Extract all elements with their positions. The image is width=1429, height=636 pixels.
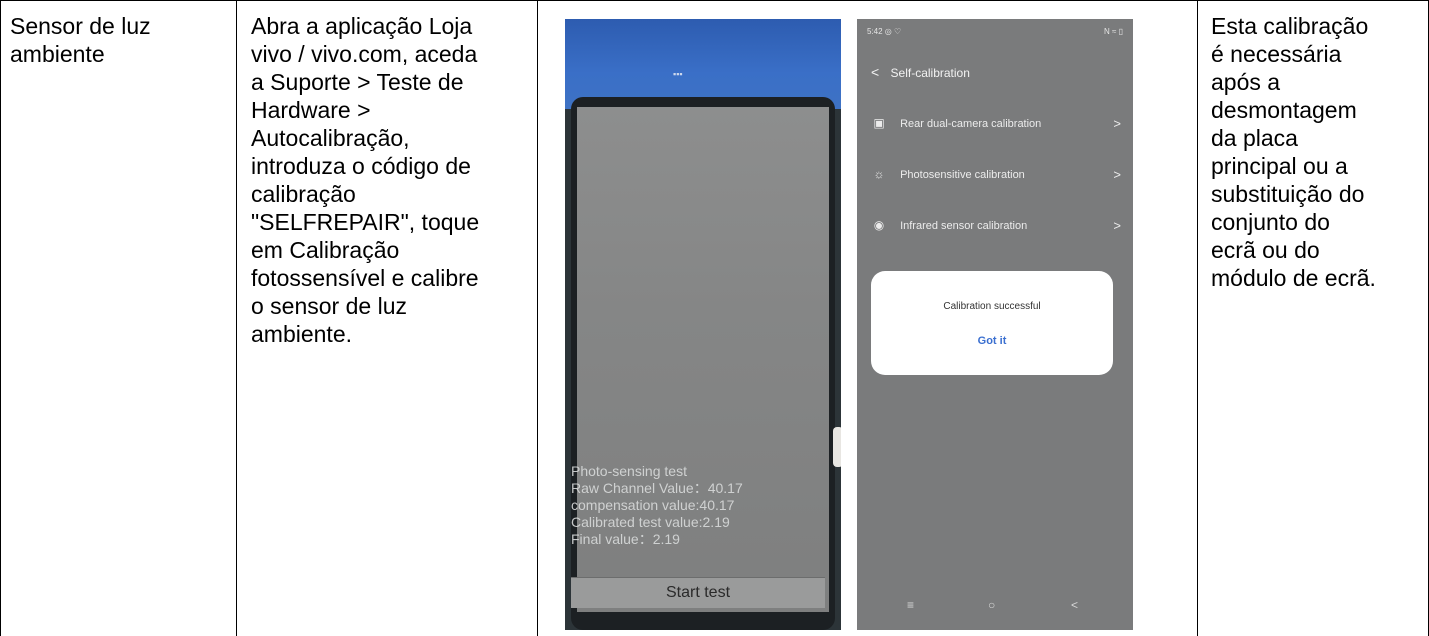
chevron-right-icon: > [1113, 218, 1121, 233]
menu-item-photosensitive[interactable]: ☼ Photosensitive calibration > [871, 167, 1122, 191]
blue-cover [565, 19, 841, 109]
cell-note: Esta calibração é necessária após a desm… [1211, 13, 1376, 291]
screen-header: < Self-calibration [871, 64, 970, 80]
finger-icon [833, 427, 841, 467]
cell-component: Sensor de luz ambiente [10, 13, 151, 67]
status-time: 5:42 ◎ ♡ [867, 27, 902, 36]
start-test-button[interactable]: Start test [571, 577, 825, 608]
screen-title: Self-calibration [890, 66, 970, 80]
menu-item-label: Rear dual-camera calibration [900, 118, 1042, 130]
menu-item-rear-camera[interactable]: ▣ Rear dual-camera calibration > [871, 116, 1121, 140]
photo-small-label-icon: ▪▪▪ [673, 69, 683, 79]
chevron-right-icon: > [1113, 116, 1121, 131]
compensation-value: compensation value:40.17 [571, 497, 735, 513]
test-title: Photo-sensing test [571, 463, 687, 479]
status-icons: N ≈ ▯ [1103, 27, 1123, 36]
back-icon[interactable]: < [1071, 598, 1078, 612]
infrared-icon: ◉ [873, 218, 885, 232]
menu-item-label: Photosensitive calibration [900, 169, 1025, 181]
calibration-dialog: Calibration successful Got it [871, 271, 1113, 375]
table-border-2 [537, 0, 538, 636]
menu-item-infrared[interactable]: ◉ Infrared sensor calibration > [871, 218, 1121, 242]
chevron-right-icon: > [1113, 167, 1121, 182]
table-border-left [0, 0, 1, 636]
sun-icon: ☼ [873, 167, 885, 181]
status-bar: 5:42 ◎ ♡ N ≈ ▯ [867, 27, 1123, 36]
back-arrow-icon[interactable]: < [871, 64, 879, 80]
navigation-bar: ≡ ○ < [857, 598, 1133, 618]
home-icon[interactable]: ○ [988, 598, 995, 612]
got-it-button[interactable]: Got it [871, 335, 1113, 347]
self-calibration-screenshot: 5:42 ◎ ♡ N ≈ ▯ < Self-calibration ▣ Rear… [857, 19, 1133, 630]
menu-item-label: Infrared sensor calibration [900, 220, 1028, 232]
raw-channel-value: Raw Channel Value：40.17 [571, 480, 743, 496]
table-border-1 [236, 0, 237, 636]
menu-icon[interactable]: ≡ [907, 598, 914, 612]
calibrated-value: Calibrated test value:2.19 [571, 514, 730, 530]
dialog-message: Calibration successful [943, 301, 1041, 312]
final-value: Final value：2.19 [571, 531, 680, 547]
cell-instructions: Abra a aplicação Loja vivo / vivo.com, a… [251, 13, 480, 347]
photo-test-readout: Photo-sensing test Raw Channel Value：40.… [571, 463, 743, 548]
phone-photo: ▪▪▪ Photo-sensing test Raw Channel Value… [565, 19, 841, 630]
table-border-3 [1197, 0, 1198, 636]
camera-square-icon: ▣ [873, 116, 885, 130]
table-top-border [0, 0, 1429, 1]
